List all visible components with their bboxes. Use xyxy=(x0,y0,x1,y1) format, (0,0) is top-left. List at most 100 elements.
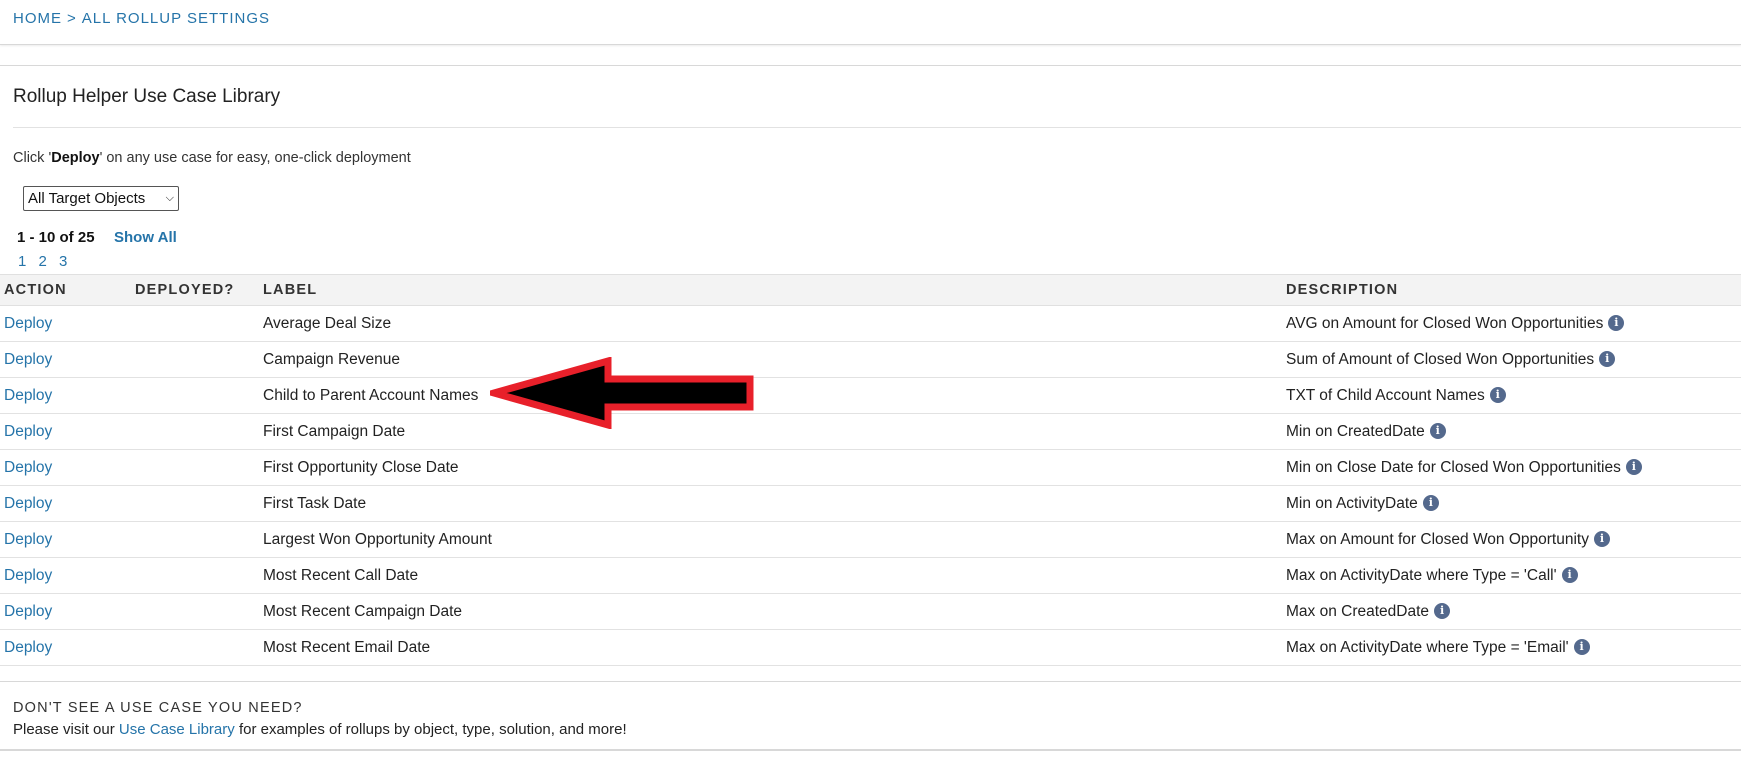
footer-divider xyxy=(0,681,1741,682)
row-action-cell: Deploy xyxy=(0,449,135,486)
breadcrumb-trail: HOME > ALL ROLLUP SETTINGS xyxy=(13,10,270,27)
info-icon[interactable]: i xyxy=(1593,531,1610,548)
info-icon[interactable]: i xyxy=(1489,387,1506,404)
row-description-cell: TXT of Child Account Names i xyxy=(1286,377,1741,414)
header-deployed: DEPLOYED? xyxy=(135,274,263,306)
info-icon[interactable]: i xyxy=(1429,423,1446,440)
paging-info: 1 - 10 of 25 xyxy=(17,229,95,246)
row-action-cell: Deploy xyxy=(0,629,135,666)
breadcrumb-separator: > xyxy=(67,10,77,27)
breadcrumb-home-link[interactable]: HOME xyxy=(13,10,62,27)
breadcrumb-current-link[interactable]: ALL ROLLUP SETTINGS xyxy=(82,10,270,27)
row-action-cell: Deploy xyxy=(0,341,135,378)
row-description-cell: Max on Amount for Closed Won Opportunity… xyxy=(1286,521,1741,558)
table-row: Deploy Child to Parent Account Names TXT o… xyxy=(0,377,1741,414)
row-deployed-cell xyxy=(135,449,263,486)
deploy-link[interactable]: Deploy xyxy=(4,315,52,332)
deploy-link[interactable]: Deploy xyxy=(4,351,52,368)
table-row: Deploy First Campaign Date Min on CreatedD… xyxy=(0,413,1741,450)
page-link-1[interactable]: 1 xyxy=(18,253,26,270)
row-action-cell: Deploy xyxy=(0,305,135,342)
row-deployed-cell xyxy=(135,593,263,630)
title-divider xyxy=(13,127,1741,128)
header-description: DESCRIPTION xyxy=(1286,274,1741,306)
use-case-table: ACTION DEPLOYED? LABEL DESCRIPTION Deplo… xyxy=(0,274,1741,666)
deploy-link[interactable]: Deploy xyxy=(4,459,52,476)
table-row: Deploy Most Recent Call Date Max on Activi… xyxy=(0,557,1741,594)
row-deployed-cell xyxy=(135,413,263,450)
row-description-text: Max on CreatedDate xyxy=(1286,602,1430,620)
page-link-2[interactable]: 2 xyxy=(39,253,47,270)
table-row: Deploy Largest Won Opportunity Amount Max … xyxy=(0,521,1741,558)
deploy-link[interactable]: Deploy xyxy=(4,639,52,656)
row-action-cell: Deploy xyxy=(0,593,135,630)
row-action-cell: Deploy xyxy=(0,485,135,522)
info-icon[interactable]: i xyxy=(1599,351,1616,368)
row-description-text: TXT of Child Account Names xyxy=(1286,386,1485,404)
left-arrow-annotation xyxy=(490,357,754,429)
row-label-cell: Largest Won Opportunity Amount xyxy=(263,521,1286,558)
use-case-library-link[interactable]: Use Case Library xyxy=(119,721,235,738)
row-deployed-cell xyxy=(135,557,263,594)
row-description-cell: Min on Close Date for Closed Won Opportu… xyxy=(1286,449,1741,486)
show-all-link[interactable]: Show All xyxy=(114,229,177,246)
row-description-cell: AVG on Amount for Closed Won Opportuniti… xyxy=(1286,305,1741,342)
filter-selected-value: All Target Objects xyxy=(28,190,146,207)
deploy-link[interactable]: Deploy xyxy=(4,387,52,404)
deploy-link[interactable]: Deploy xyxy=(4,531,52,548)
deploy-link[interactable]: Deploy xyxy=(4,567,52,584)
row-description-text: Min on Close Date for Closed Won Opportu… xyxy=(1286,458,1621,476)
row-label-cell: Most Recent Email Date xyxy=(263,629,1286,666)
header-action: ACTION xyxy=(0,274,135,306)
table-row: Deploy Most Recent Email Date Max on Activ… xyxy=(0,629,1741,666)
row-deployed-cell xyxy=(135,377,263,414)
row-deployed-cell xyxy=(135,629,263,666)
row-deployed-cell xyxy=(135,521,263,558)
table-row: Deploy First Task Date Min on ActivityDate… xyxy=(0,485,1741,522)
footer-heading: DON'T SEE A USE CASE YOU NEED? xyxy=(13,700,303,716)
table-row: Deploy Campaign Revenue Sum of Amount of C… xyxy=(0,341,1741,378)
page-title: Rollup Helper Use Case Library xyxy=(13,86,281,107)
deploy-link[interactable]: Deploy xyxy=(4,603,52,620)
table-row: Deploy Average Deal Size AVG on Amount for… xyxy=(0,305,1741,342)
info-icon[interactable]: i xyxy=(1422,495,1439,512)
header-label: LABEL xyxy=(263,274,1286,306)
row-label-cell: Most Recent Campaign Date xyxy=(263,593,1286,630)
row-description-text: Max on ActivityDate where Type = 'Email' xyxy=(1286,638,1569,656)
row-label-cell: Child to Parent Account Names xyxy=(263,377,1286,414)
row-deployed-cell xyxy=(135,305,263,342)
row-description-text: Sum of Amount of Closed Won Opportunitie… xyxy=(1286,350,1595,368)
arrow-shape xyxy=(490,357,754,429)
row-label-cell: First Opportunity Close Date xyxy=(263,449,1286,486)
intro-text: Click 'Deploy' on any use case for easy,… xyxy=(13,150,411,166)
row-label-cell: Campaign Revenue xyxy=(263,341,1286,378)
info-icon[interactable]: i xyxy=(1434,603,1451,620)
footer-text-suffix: for examples of rollups by object, type,… xyxy=(234,721,627,738)
row-description-text: Max on ActivityDate where Type = 'Call' xyxy=(1286,566,1557,584)
deploy-link[interactable]: Deploy xyxy=(4,423,52,440)
target-object-filter-select[interactable]: All Target Objects ⌵ xyxy=(23,186,179,211)
info-icon[interactable]: i xyxy=(1608,315,1625,332)
row-deployed-cell xyxy=(135,485,263,522)
row-description-text: AVG on Amount for Closed Won Opportuniti… xyxy=(1286,314,1604,332)
row-description-cell: Min on ActivityDate i xyxy=(1286,485,1741,522)
row-description-cell: Min on CreatedDate i xyxy=(1286,413,1741,450)
row-label-cell: Most Recent Call Date xyxy=(263,557,1286,594)
row-description-text: Min on CreatedDate xyxy=(1286,422,1425,440)
info-icon[interactable]: i xyxy=(1561,567,1578,584)
intro-bold: Deploy xyxy=(51,150,100,166)
row-description-text: Min on ActivityDate xyxy=(1286,494,1418,512)
deploy-link[interactable]: Deploy xyxy=(4,495,52,512)
info-icon[interactable]: i xyxy=(1573,639,1590,656)
page-link-3[interactable]: 3 xyxy=(59,253,67,270)
footer-text-prefix: Please visit our xyxy=(13,721,119,738)
row-action-cell: Deploy xyxy=(0,521,135,558)
bottom-divider xyxy=(0,749,1741,751)
breadcrumb: HOME > ALL ROLLUP SETTINGS xyxy=(0,0,1741,45)
row-description-cell: Max on ActivityDate where Type = 'Email'… xyxy=(1286,629,1741,666)
row-label-cell: First Task Date xyxy=(263,485,1286,522)
info-icon[interactable]: i xyxy=(1625,459,1642,476)
pagination: 1 2 3 xyxy=(18,253,75,270)
table-row: Deploy Most Recent Campaign Date Max on Cr… xyxy=(0,593,1741,630)
row-description-cell: Max on ActivityDate where Type = 'Call' i xyxy=(1286,557,1741,594)
